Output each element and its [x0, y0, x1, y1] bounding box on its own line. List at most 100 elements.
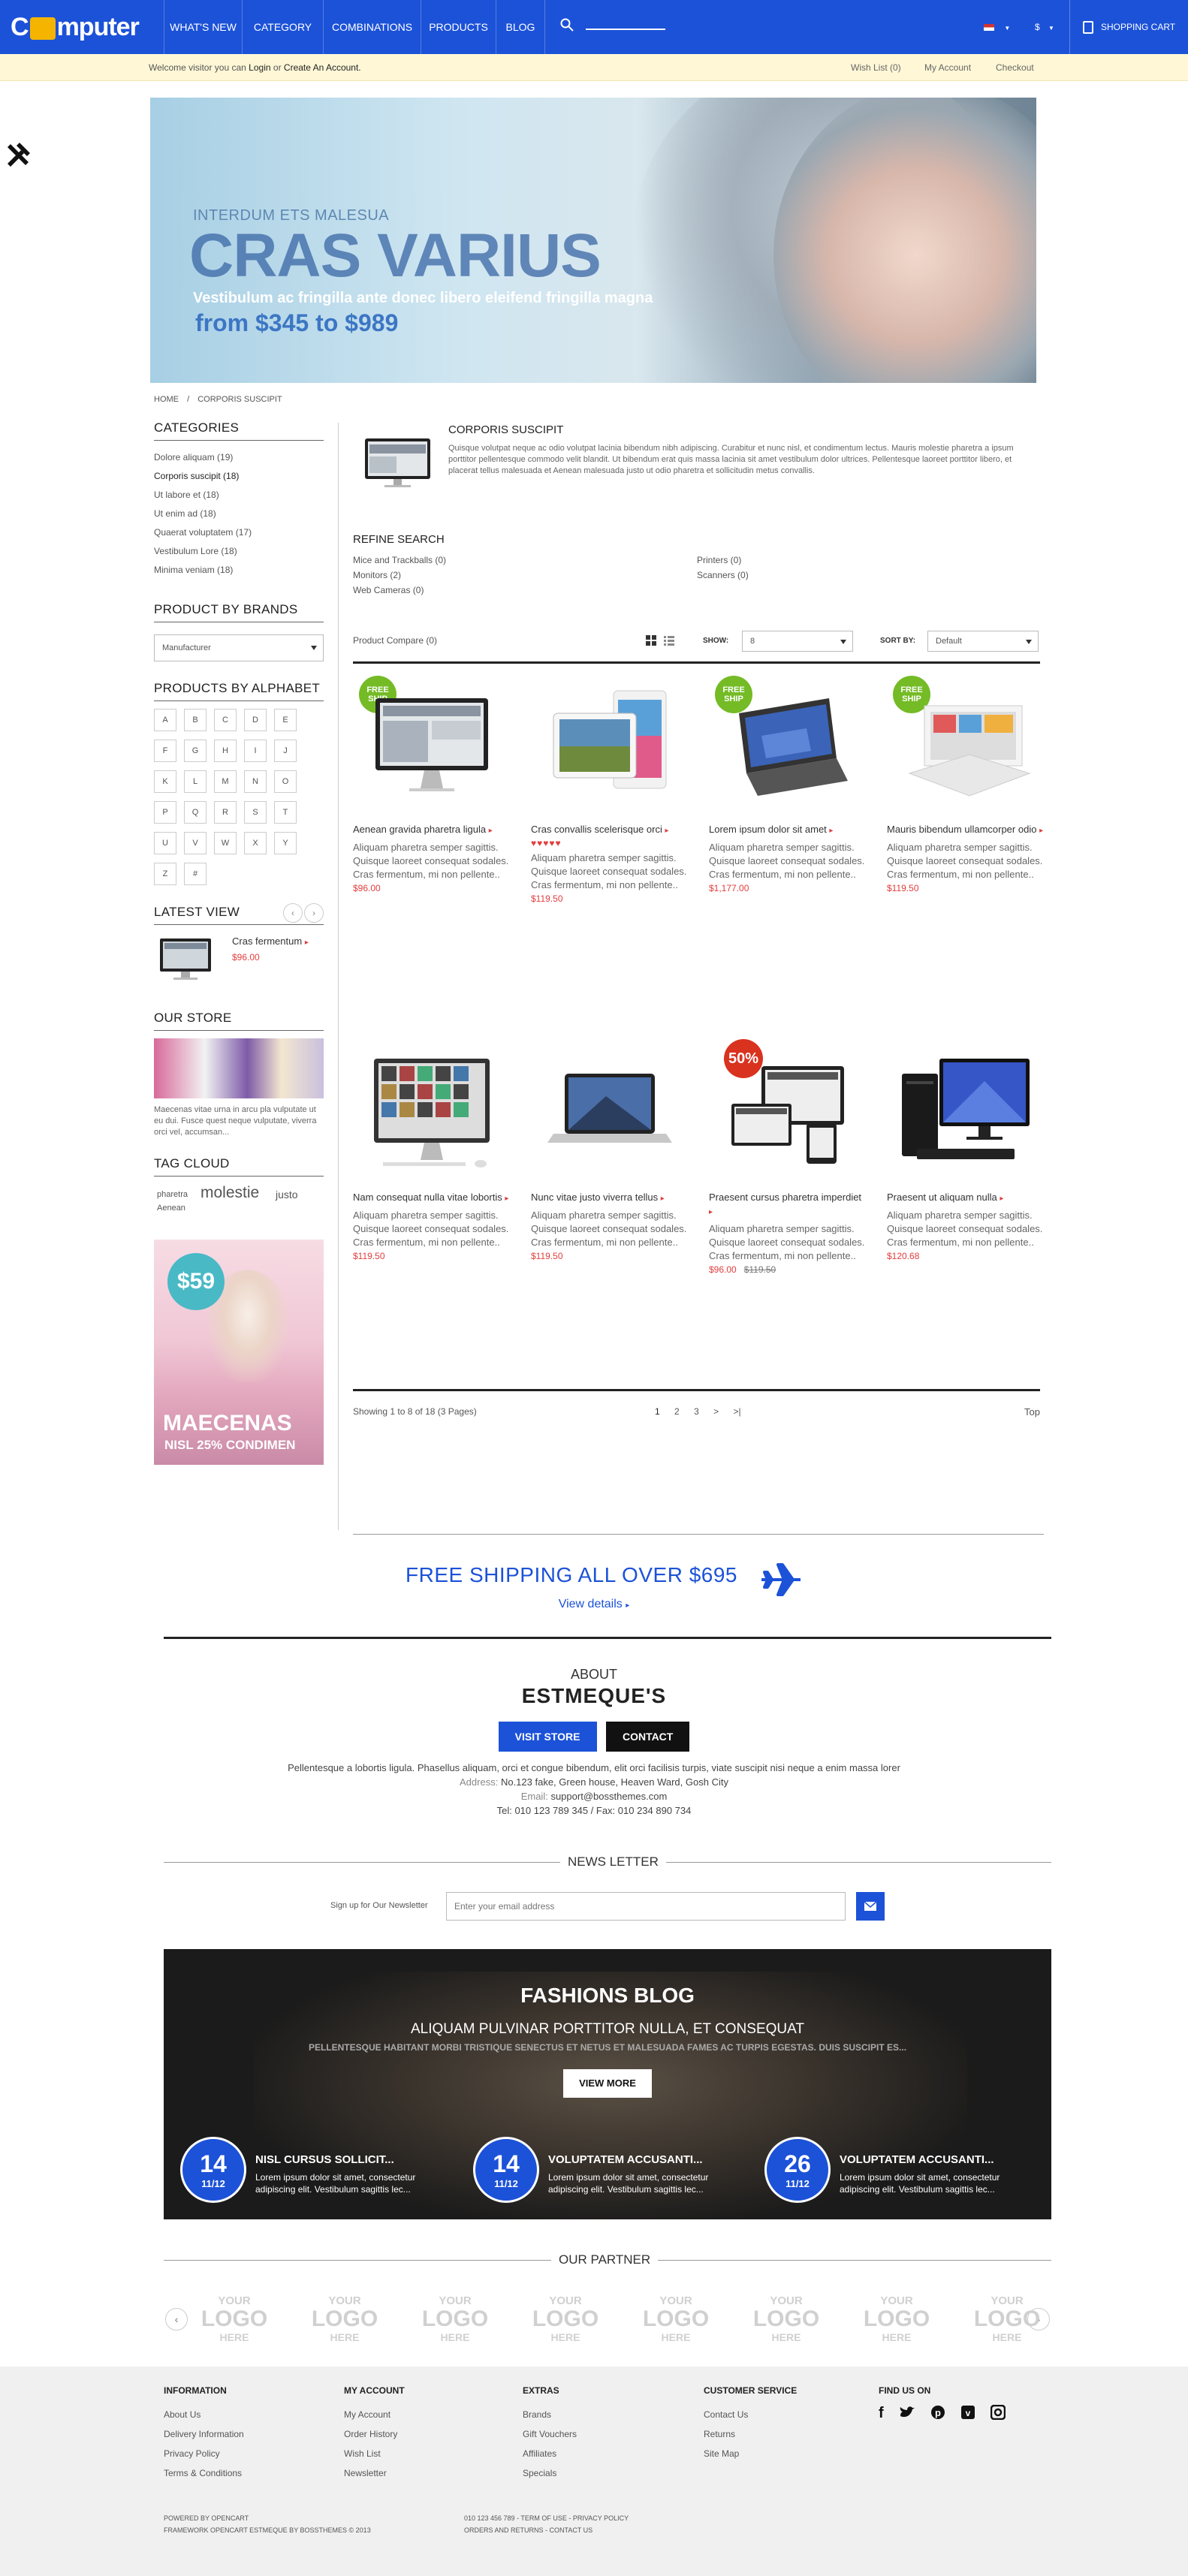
alphabet-letter[interactable]: F	[154, 740, 176, 762]
my-account-link[interactable]: My Account	[924, 54, 971, 81]
breadcrumb-home[interactable]: HOME	[154, 395, 179, 404]
product-compare-link[interactable]: Product Compare (0)	[353, 635, 437, 646]
tag-link[interactable]: Aenean	[157, 1204, 185, 1213]
grid-view-icon[interactable]	[646, 635, 656, 646]
instagram-icon[interactable]	[990, 2405, 1006, 2420]
partner-logo[interactable]: YOUR LOGO HERE	[629, 2294, 722, 2344]
refine-link[interactable]: Web Cameras (0)	[353, 583, 446, 598]
partner-logo[interactable]: YOUR LOGO HERE	[850, 2294, 943, 2344]
currency-select[interactable]: $ ▼	[1035, 0, 1054, 54]
product-image[interactable]: FREESHIP	[709, 676, 867, 818]
alphabet-letter[interactable]: M	[214, 770, 237, 793]
page-link-current[interactable]: 1	[655, 1406, 660, 1417]
alphabet-letter[interactable]: Z	[154, 863, 176, 885]
product-name[interactable]: Cras convallis scelerisque orci	[531, 824, 662, 835]
product-card[interactable]: Nunc vitae justo viverra tellus ▸ Aliquam…	[531, 1044, 689, 1261]
product-name[interactable]: Nunc vitae justo viverra tellus	[531, 1192, 658, 1203]
site-logo[interactable]: Cmputer	[11, 11, 140, 44]
show-select[interactable]: 8	[742, 631, 853, 652]
page-link[interactable]: 3	[694, 1406, 699, 1417]
footer-link[interactable]: Delivery Information	[164, 2424, 244, 2444]
alphabet-letter[interactable]: L	[184, 770, 207, 793]
footer-link[interactable]: Privacy Policy	[164, 2444, 244, 2463]
category-item[interactable]: Vestibulum Lore (18)	[154, 542, 324, 561]
latest-prev-button[interactable]: ‹	[283, 903, 303, 923]
alphabet-letter[interactable]: S	[244, 801, 267, 824]
latest-item[interactable]: Cras fermentum ▸ $96.00	[154, 932, 324, 993]
alphabet-letter[interactable]: N	[244, 770, 267, 793]
partner-prev-button[interactable]: ‹	[165, 2308, 188, 2330]
blog-post[interactable]: 14 11/12 NISL CURSUS SOLLICIT... Lorem ipsu…	[180, 2137, 466, 2212]
tag-link[interactable]: justo	[276, 1189, 298, 1201]
email-link[interactable]: support@bossthemes.com	[550, 1791, 667, 1802]
product-card[interactable]: FREE SHIP Mauris bibendum ullamcorper odio…	[887, 676, 1045, 893]
alphabet-letter[interactable]: I	[244, 740, 267, 762]
refine-link[interactable]: Scanners (0)	[697, 568, 749, 583]
partner-logo[interactable]: YOUR LOGO HERE	[409, 2294, 502, 2344]
alphabet-letter[interactable]: V	[184, 832, 207, 854]
footer-link[interactable]: Newsletter	[344, 2463, 405, 2483]
nav-products[interactable]: PRODUCTS	[421, 0, 496, 54]
latest-product-name[interactable]: Cras fermentum	[232, 935, 302, 947]
alphabet-letter[interactable]: R	[214, 801, 237, 824]
alphabet-letter[interactable]: E	[274, 709, 297, 731]
create-account-link[interactable]: Create An Account.	[284, 62, 361, 73]
alphabet-letter[interactable]: X	[244, 832, 267, 854]
alphabet-letter[interactable]: W	[214, 832, 237, 854]
category-item[interactable]: Quaerat voluptatem (17)	[154, 523, 324, 542]
footer-link[interactable]: My Account	[344, 2405, 405, 2424]
category-item[interactable]: Minima veniam (18)	[154, 561, 324, 580]
newsletter-email-input[interactable]	[446, 1892, 846, 1921]
alphabet-letter[interactable]: D	[244, 709, 267, 731]
view-details-link[interactable]: View details ▸	[0, 1598, 1188, 1611]
product-image[interactable]	[353, 1044, 511, 1186]
product-name[interactable]: Nam consequat nulla vitae lobortis	[353, 1192, 502, 1203]
alphabet-letter[interactable]: G	[184, 740, 207, 762]
product-image[interactable]: 50%	[709, 1039, 867, 1186]
product-card[interactable]: FREE SHIP Lorem ipsum dolor sit amet ▸ Aliq…	[709, 676, 867, 893]
contact-button[interactable]: CONTACT	[605, 1722, 690, 1752]
footer-link[interactable]: Affiliates	[523, 2444, 577, 2463]
partner-logo[interactable]: YOUR LOGO HERE	[188, 2294, 281, 2344]
sort-select[interactable]: Default	[927, 631, 1039, 652]
product-card[interactable]: Praesent ut aliquam nulla ▸ Aliquam phare…	[887, 1044, 1045, 1261]
newsletter-submit-button[interactable]	[856, 1892, 885, 1921]
alphabet-letter[interactable]: O	[274, 770, 297, 793]
product-card[interactable]: Cras convallis scelerisque orci ▸ ♥♥♥♥♥ Al…	[531, 676, 689, 904]
partner-logo[interactable]: YOUR LOGO HERE	[740, 2294, 833, 2344]
visit-store-button[interactable]: VISIT STORE	[498, 1722, 597, 1752]
category-item[interactable]: Ut labore et (18)	[154, 486, 324, 505]
checkout-link[interactable]: Checkout	[996, 54, 1034, 81]
blog-post[interactable]: 26 11/12 VOLUPTATEM ACCUSANTI... Lorem ipsu…	[764, 2137, 1050, 2212]
product-name[interactable]: Praesent cursus pharetra imperdiet	[709, 1192, 861, 1203]
alphabet-letter[interactable]: P	[154, 801, 176, 824]
category-item[interactable]: Ut enim ad (18)	[154, 505, 324, 523]
twitter-icon[interactable]	[899, 2405, 915, 2420]
partner-logo[interactable]: YOUR LOGO HERE	[960, 2294, 1054, 2344]
partner-logo[interactable]: YOUR LOGO HERE	[298, 2294, 391, 2344]
footer-link[interactable]: Returns	[704, 2424, 797, 2444]
footer-link[interactable]: Specials	[523, 2463, 577, 2483]
nav-category[interactable]: CATEGORY	[242, 0, 323, 54]
nav-combinations[interactable]: COMBINATIONS	[323, 0, 421, 54]
alphabet-letter[interactable]: K	[154, 770, 176, 793]
alphabet-letter[interactable]: #	[184, 863, 207, 885]
blog-post-title[interactable]: VOLUPTATEM ACCUSANTI...	[548, 2153, 703, 2166]
product-name[interactable]: Lorem ipsum dolor sit amet	[709, 824, 827, 835]
product-card[interactable]: 50% Praesent cursus pharetra imperdiet ▸ A…	[709, 1039, 867, 1275]
pinterest-icon[interactable]: p	[930, 2405, 945, 2420]
alphabet-letter[interactable]: J	[274, 740, 297, 762]
product-name[interactable]: Praesent ut aliquam nulla	[887, 1192, 997, 1203]
latest-next-button[interactable]: ›	[304, 903, 324, 923]
alphabet-letter[interactable]: A	[154, 709, 176, 731]
blog-post-title[interactable]: VOLUPTATEM ACCUSANTI...	[840, 2153, 994, 2166]
footer-link[interactable]: Contact Us	[704, 2405, 797, 2424]
refine-link[interactable]: Printers (0)	[697, 553, 749, 568]
search-icon[interactable]	[560, 18, 574, 32]
refine-link[interactable]: Monitors (2)	[353, 568, 446, 583]
product-image[interactable]	[531, 1044, 689, 1186]
alphabet-letter[interactable]: U	[154, 832, 176, 854]
alphabet-letter[interactable]: C	[214, 709, 237, 731]
footer-legal-links[interactable]: 010 123 456 789 - TERM OF USE - PRIVACY …	[464, 2512, 629, 2524]
refine-link[interactable]: Mice and Trackballs (0)	[353, 553, 446, 568]
